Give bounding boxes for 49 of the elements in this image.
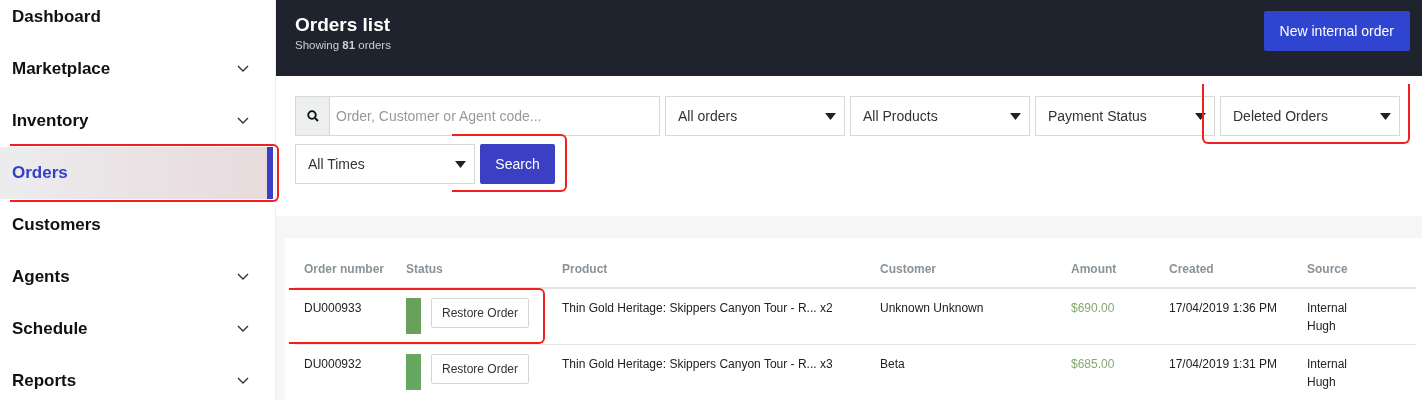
caret-icon — [1010, 112, 1021, 120]
chevron-down-icon — [237, 377, 249, 385]
column-header: Order number — [295, 256, 397, 289]
caret-icon — [1380, 112, 1391, 120]
caret-icon — [1195, 112, 1206, 120]
sidebar-item[interactable]: Agents — [0, 251, 275, 303]
dropdown[interactable]: All Times — [295, 144, 475, 184]
restore-order-button[interactable]: Restore Order — [431, 354, 530, 384]
sidebar-item[interactable]: Reports — [0, 355, 275, 400]
column-header: Product — [553, 256, 871, 289]
table-cell: Internal Hugh — [1298, 345, 1416, 400]
table-cell: Beta — [871, 345, 1062, 400]
column-header: Amount — [1062, 256, 1160, 289]
search-icon — [306, 110, 319, 122]
restore-order-button[interactable]: Restore Order — [431, 298, 530, 328]
table-cell: Internal Hugh — [1298, 289, 1416, 345]
sidebar-item[interactable]: Schedule — [0, 303, 275, 355]
table-cell: Thin Gold Heritage: Skippers Canyon Tour - R... x3 — [553, 345, 871, 400]
dropdown[interactable]: Deleted Orders — [1220, 96, 1400, 136]
sidebar-item[interactable]: Inventory — [0, 95, 275, 147]
table-cell: 17/04/2019 1:36 PM — [1160, 289, 1298, 345]
column-header: Source — [1298, 256, 1416, 289]
order-count-text: Showing 81 orders — [295, 37, 391, 53]
new-internal-order-button[interactable]: New internal order — [1263, 11, 1410, 51]
sidebar-item[interactable]: Customers — [0, 199, 275, 251]
dropdown[interactable]: All orders — [665, 96, 845, 136]
column-header: Created — [1160, 256, 1298, 289]
dropdown[interactable]: All Products — [850, 96, 1030, 136]
chevron-down-icon — [237, 117, 249, 125]
table-cell: Unknown Unknown — [871, 289, 1062, 345]
chevron-down-icon — [237, 273, 249, 281]
table-cell: $690.00 — [1062, 289, 1160, 345]
caret-icon — [455, 160, 466, 168]
column-header: Status — [397, 256, 553, 289]
dropdown[interactable]: Payment Status — [1035, 96, 1215, 136]
search-field[interactable]: Order, Customer or Agent code... — [329, 96, 660, 136]
chevron-down-icon — [237, 65, 249, 73]
table-cell: Thin Gold Heritage: Skippers Canyon Tour - R... x2 — [553, 289, 871, 345]
table-cell: DU000933 — [295, 289, 397, 345]
sidebar-item[interactable]: Dashboard — [0, 0, 275, 43]
sidebar-item[interactable]: Marketplace — [0, 43, 275, 95]
table-cell: 17/04/2019 1:31 PM — [1160, 345, 1298, 400]
page-title: Orders list — [295, 14, 391, 37]
column-header: Customer — [871, 256, 1062, 289]
table-cell: $685.00 — [1062, 345, 1160, 400]
table-cell: DU000932 — [295, 345, 397, 400]
search-button[interactable]: Search — [480, 144, 555, 184]
chevron-down-icon — [237, 325, 249, 333]
caret-icon — [825, 112, 836, 120]
